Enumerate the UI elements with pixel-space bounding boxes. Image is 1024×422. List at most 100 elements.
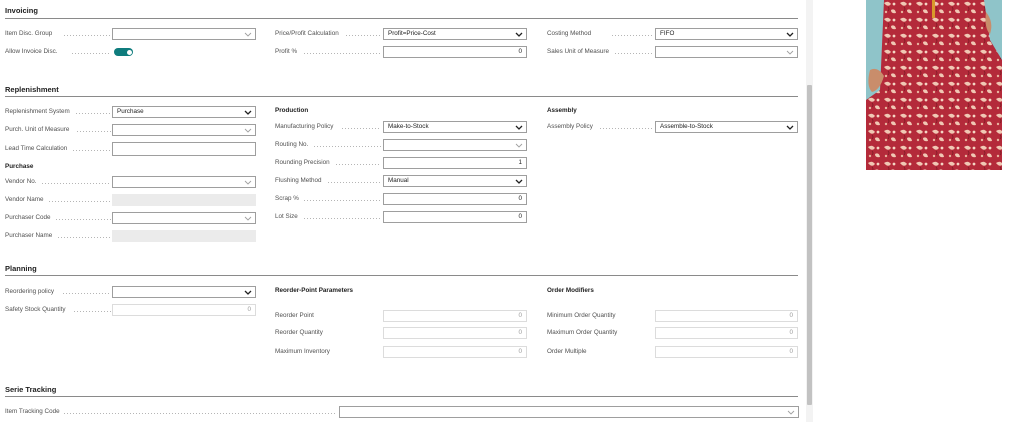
section-divider <box>5 396 798 397</box>
rounding-precision-input[interactable]: 1 <box>383 157 527 169</box>
purchaser-name-field <box>112 230 256 242</box>
assembly-policy-row: Assembly Policy Assemble-to-Stock <box>547 121 798 133</box>
sales-uom-select[interactable] <box>655 46 798 58</box>
label-leader <box>76 131 111 132</box>
lead-time-label: Lead Time Calculation <box>5 145 68 152</box>
routing-no-label: Routing No. <box>275 141 309 148</box>
safety-stock-input[interactable]: 0 <box>112 304 256 316</box>
label-leader <box>345 35 381 36</box>
replenishment-system-select[interactable]: Purchase <box>112 106 256 118</box>
label-leader <box>614 53 652 54</box>
purchaser-code-row: Purchaser Code <box>5 212 256 224</box>
max-order-qty-input[interactable]: 0 <box>655 327 798 339</box>
lead-time-input[interactable] <box>112 142 256 156</box>
price-profit-calc-label: Price/Profit Calculation <box>275 30 339 37</box>
rounding-precision-row: Rounding Precision 1 <box>275 157 527 169</box>
chevron-down-icon <box>244 109 252 116</box>
chevron-down-icon <box>787 409 795 416</box>
item-disc-group-label: Item Disc. Group <box>5 30 53 37</box>
purchaser-code-select[interactable] <box>112 212 256 224</box>
reorder-quantity-input[interactable]: 0 <box>383 327 527 339</box>
chevron-down-icon <box>515 142 523 149</box>
reorder-point-label: Reorder Point <box>275 312 314 319</box>
scrollbar-thumb[interactable] <box>807 85 812 405</box>
reordering-policy-row: Reordering policy <box>5 286 256 298</box>
chevron-down-icon <box>786 124 794 131</box>
item-picture[interactable] <box>866 0 1002 170</box>
label-leader <box>341 128 381 129</box>
chevron-down-icon <box>515 31 523 38</box>
reordering-policy-select[interactable] <box>112 286 256 298</box>
reorder-point-input[interactable]: 0 <box>383 310 527 322</box>
replenishment-system-label: Replenishment System <box>5 108 70 115</box>
vendor-no-label: Vendor No. <box>5 178 37 185</box>
purch-uom-label: Purch. Unit of Measure <box>5 126 70 133</box>
vendor-name-row: Vendor Name <box>5 194 256 206</box>
label-leader <box>327 182 381 183</box>
order-multiple-input[interactable]: 0 <box>655 346 798 358</box>
purch-uom-select[interactable] <box>112 124 256 136</box>
lot-size-row: Lot Size 0 <box>275 211 527 223</box>
manufacturing-policy-label: Manufacturing Policy <box>275 123 334 130</box>
flushing-method-label: Flushing Method <box>275 177 322 184</box>
chevron-down-icon <box>786 31 794 38</box>
item-card-main: Invoicing Item Disc. Group Allow Invoice… <box>0 0 806 422</box>
purchase-heading: Purchase <box>5 163 34 170</box>
allow-invoice-disc-toggle[interactable] <box>114 48 133 56</box>
lot-size-input[interactable]: 0 <box>383 211 527 223</box>
label-leader <box>63 413 337 414</box>
profit-pct-input[interactable]: 0 <box>383 46 527 58</box>
item-tracking-code-select[interactable] <box>339 406 799 418</box>
rounding-precision-label: Rounding Precision <box>275 159 330 166</box>
min-order-qty-input[interactable]: 0 <box>655 310 798 322</box>
vendor-no-select[interactable] <box>112 176 256 188</box>
costing-method-select[interactable]: FIFO <box>655 28 798 40</box>
assembly-heading: Assembly <box>547 107 577 114</box>
routing-no-select[interactable] <box>383 139 527 151</box>
chevron-down-icon <box>515 124 523 131</box>
vertical-scrollbar[interactable] <box>806 0 813 422</box>
vendor-no-row: Vendor No. <box>5 176 256 188</box>
scrap-pct-input[interactable]: 0 <box>383 193 527 205</box>
assembly-policy-select[interactable]: Assemble-to-Stock <box>655 121 798 133</box>
label-leader <box>72 150 111 151</box>
reorder-point-row: Reorder Point 0 <box>275 310 527 322</box>
assembly-policy-label: Assembly Policy <box>547 123 593 130</box>
item-picture-image <box>866 0 1002 170</box>
label-leader <box>63 35 111 36</box>
replenishment-system-row: Replenishment System Purchase <box>5 106 256 118</box>
item-disc-group-select[interactable] <box>112 28 256 40</box>
maximum-inventory-input[interactable]: 0 <box>383 346 527 358</box>
maximum-inventory-label: Maximum Inventory <box>275 348 330 355</box>
costing-method-label: Costing Method <box>547 30 592 37</box>
label-leader <box>57 237 111 238</box>
chevron-down-icon <box>786 49 794 56</box>
flushing-method-row: Flushing Method Manual <box>275 175 527 187</box>
order-modifiers-heading: Order Modifiers <box>547 287 594 294</box>
flushing-method-select[interactable]: Manual <box>383 175 527 187</box>
profit-pct-label: Profit % <box>275 48 298 55</box>
label-leader <box>75 113 111 114</box>
section-title-planning[interactable]: Planning <box>5 264 37 273</box>
max-order-qty-row: Maximum Order Quantity 0 <box>547 327 798 339</box>
maximum-inventory-row: Maximum Inventory 0 <box>275 346 527 358</box>
reorder-quantity-row: Reorder Quantity 0 <box>275 327 527 339</box>
item-tracking-code-row: Item Tracking Code <box>5 406 799 418</box>
order-multiple-row: Order Multiple 0 <box>547 346 798 358</box>
section-divider <box>5 96 798 97</box>
safety-stock-row: Safety Stock Quantity 0 <box>5 304 256 316</box>
safety-stock-label: Safety Stock Quantity <box>5 306 66 313</box>
purchaser-name-label: Purchaser Name <box>5 232 53 239</box>
label-leader <box>303 200 381 201</box>
label-leader <box>313 146 381 147</box>
label-leader <box>62 293 111 294</box>
section-divider <box>5 18 798 19</box>
reorder-point-heading: Reorder-Point Parameters <box>275 287 354 294</box>
manufacturing-policy-select[interactable]: Make-to-Stock <box>383 121 527 133</box>
price-profit-calc-select[interactable]: Profit=Price-Cost <box>383 28 527 40</box>
section-title-invoicing[interactable]: Invoicing <box>5 6 38 15</box>
item-tracking-code-label: Item Tracking Code <box>5 408 60 415</box>
section-title-serie-tracking[interactable]: Serie Tracking <box>5 385 56 394</box>
label-leader <box>48 201 111 202</box>
section-title-replenishment[interactable]: Replenishment <box>5 85 59 94</box>
